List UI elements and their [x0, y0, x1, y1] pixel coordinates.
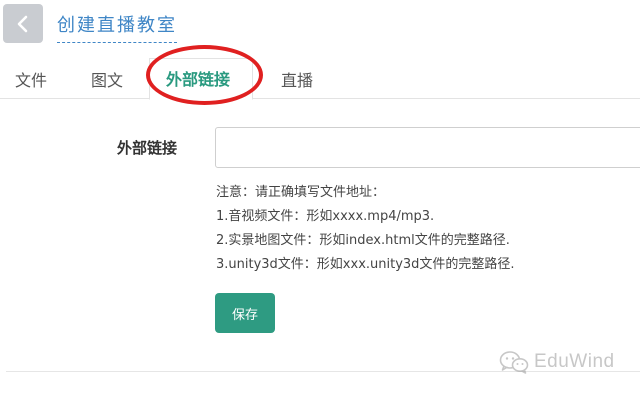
watermark-text: EduWind [534, 351, 615, 372]
tab-bar: 文件 图文 外部链接 直播 [0, 55, 640, 100]
external-link-input[interactable] [215, 127, 640, 168]
watermark: EduWind [499, 350, 615, 374]
back-button[interactable] [3, 4, 43, 43]
note-line-map: 2.实景地图文件：形如index.html文件的完整路径. [216, 233, 510, 248]
note-line-unity3d: 3.unity3d文件：形如xxx.unity3d文件的完整路径. [216, 257, 515, 272]
chevron-left-icon [17, 15, 28, 32]
note-line-audio-video: 1.音视频文件：形如xxxx.mp4/mp3. [216, 209, 435, 224]
external-link-label: 外部链接 [117, 139, 178, 157]
tab-external-link[interactable]: 外部链接 [166, 66, 230, 90]
tab-files[interactable]: 文件 [15, 67, 47, 91]
note-heading: 注意：请正确填写文件地址： [216, 185, 386, 200]
tab-rich-text[interactable]: 图文 [91, 67, 123, 91]
wechat-icon [499, 351, 529, 374]
page-title[interactable]: 创建直播教室 [57, 11, 177, 43]
save-button[interactable]: 保存 [215, 293, 275, 333]
notes: 注意：请正确填写文件地址： 1.音视频文件：形如xxxx.mp4/mp3. 2.… [216, 181, 515, 277]
tab-live[interactable]: 直播 [281, 67, 313, 91]
page: 创建直播教室 文件 图文 外部链接 直播 外部链接 注意：请正确填写文件地址： … [0, 0, 640, 395]
